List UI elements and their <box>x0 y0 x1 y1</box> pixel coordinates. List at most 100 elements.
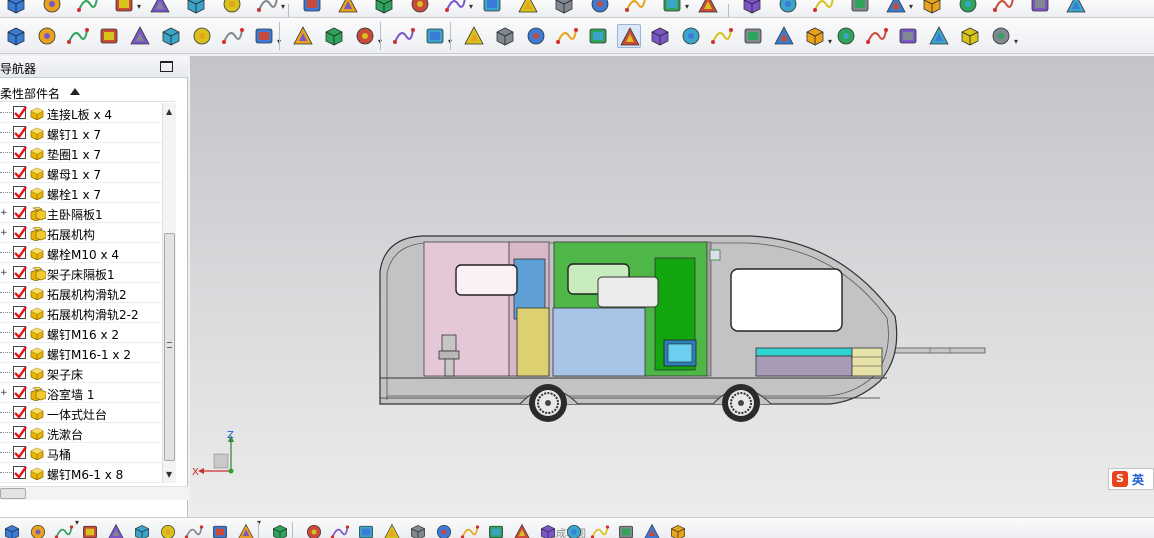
tree-row[interactable]: 马桶 <box>0 443 162 463</box>
wave-icon[interactable] <box>210 522 230 538</box>
cylinder-icon[interactable] <box>588 0 612 16</box>
render-icon[interactable] <box>834 24 858 48</box>
tree-row[interactable]: + 架子床隔板1 <box>0 263 162 283</box>
selection-icon[interactable] <box>617 24 641 48</box>
tree-row[interactable]: 拓展机构滑轨2-2 <box>0 303 162 323</box>
bed-base[interactable] <box>755 355 853 377</box>
input-method-indicator[interactable]: S 英 <box>1108 468 1154 490</box>
visibility-checkbox[interactable] <box>13 426 27 439</box>
zoom-icon[interactable] <box>896 24 920 48</box>
wheel-front[interactable] <box>529 384 567 422</box>
visibility-checkbox[interactable] <box>13 366 27 379</box>
box-icon[interactable] <box>112 0 136 16</box>
tree-row[interactable]: + 拓展机构 <box>0 223 162 243</box>
column-header[interactable]: 柔性部件名 <box>0 82 175 102</box>
visibility-checkbox[interactable] <box>13 446 27 459</box>
tree-row[interactable]: 连接L板 x 4 <box>0 103 162 123</box>
analysis-icon[interactable] <box>989 24 1013 48</box>
wheel-rear[interactable] <box>722 384 760 422</box>
intersect-curve-icon[interactable] <box>252 24 276 48</box>
color-icon[interactable] <box>524 24 548 48</box>
array-icon[interactable] <box>132 522 152 538</box>
arc-icon[interactable] <box>356 522 376 538</box>
sketch-icon[interactable] <box>444 0 468 16</box>
light-icon[interactable] <box>586 24 610 48</box>
add-component-icon[interactable] <box>28 522 48 538</box>
tree-row[interactable]: 螺钉M16-1 x 2 <box>0 343 162 363</box>
draft-icon[interactable] <box>408 0 432 16</box>
face-icon[interactable] <box>35 24 59 48</box>
tree-row[interactable]: 垫圈1 x 7 <box>0 143 162 163</box>
maximize-icon[interactable] <box>160 61 173 72</box>
visibility-checkbox[interactable] <box>13 406 27 419</box>
bed-drawer[interactable] <box>851 347 883 377</box>
user-icon[interactable] <box>648 24 672 48</box>
visibility-checkbox[interactable] <box>13 266 27 279</box>
horizontal-scrollbar-thumb[interactable] <box>0 488 26 499</box>
sketch-icon[interactable] <box>4 0 28 16</box>
expand-icon[interactable]: + <box>0 388 8 398</box>
camera-icon[interactable] <box>423 24 447 48</box>
tree-row[interactable]: 一体式灶台 <box>0 403 162 423</box>
view-icon[interactable] <box>741 24 765 48</box>
tire-icon[interactable] <box>353 24 377 48</box>
coil-icon[interactable] <box>291 24 315 48</box>
boolean-icon[interactable] <box>696 0 720 16</box>
dropdown-arrow-icon[interactable]: ▾ <box>469 2 473 11</box>
bed-mattress[interactable] <box>755 347 853 357</box>
rectangle-icon[interactable] <box>460 522 480 538</box>
visibility-checkbox[interactable] <box>13 306 27 319</box>
expand-icon[interactable]: + <box>0 208 8 218</box>
chamfer-sketch-icon[interactable] <box>434 522 454 538</box>
visibility-checkbox[interactable] <box>13 386 27 399</box>
measure-icon[interactable] <box>958 24 982 48</box>
hole-icon[interactable] <box>1064 0 1088 16</box>
drawbar[interactable] <box>894 347 986 354</box>
pattern-icon[interactable] <box>660 0 684 16</box>
trim-icon[interactable] <box>564 522 584 538</box>
visibility-checkbox[interactable] <box>13 286 27 299</box>
box-icon[interactable] <box>552 0 576 16</box>
visibility-checkbox[interactable] <box>13 186 27 199</box>
chamfer-icon[interactable] <box>776 0 800 16</box>
material-icon[interactable] <box>555 24 579 48</box>
scrollbar-thumb[interactable] <box>164 233 175 461</box>
visibility-checkbox[interactable] <box>13 166 27 179</box>
spline-icon[interactable] <box>4 24 28 48</box>
visibility-checkbox[interactable] <box>13 106 27 119</box>
scroll-up-icon[interactable]: ▲ <box>166 107 172 116</box>
paint-icon[interactable] <box>493 24 517 48</box>
dropdown-arrow-icon[interactable]: ▾ <box>685 2 689 11</box>
extrude-icon[interactable] <box>40 0 64 16</box>
plus-icon[interactable] <box>512 522 532 538</box>
dropdown-arrow-icon[interactable]: ▾ <box>281 2 285 11</box>
spring-icon[interactable] <box>322 24 346 48</box>
draft-icon[interactable] <box>848 0 872 16</box>
toilet[interactable] <box>441 334 457 352</box>
dropdown-arrow-icon[interactable]: ▾ <box>828 37 832 46</box>
tree-row[interactable]: 螺母1 x 7 <box>0 163 162 183</box>
blend-icon[interactable] <box>740 0 764 16</box>
hole-icon[interactable] <box>624 0 648 16</box>
line-icon[interactable] <box>330 522 350 538</box>
pattern-icon[interactable] <box>220 0 244 16</box>
corner-icon[interactable] <box>616 522 636 538</box>
mirror-icon[interactable] <box>158 522 178 538</box>
expand-icon[interactable]: + <box>0 228 8 238</box>
dropdown-arrow-icon[interactable]: ▾ <box>1014 37 1018 46</box>
offset-curve-icon[interactable] <box>190 24 214 48</box>
boolean-icon[interactable] <box>256 0 280 16</box>
visibility-checkbox[interactable] <box>13 126 27 139</box>
tree-row[interactable]: + 主卧隔板1 <box>0 203 162 223</box>
tree-row[interactable]: 架子床 <box>0 363 162 383</box>
navigator-vertical-scrollbar[interactable]: ▲ ▼ <box>162 103 176 483</box>
constraint-icon[interactable] <box>106 522 126 538</box>
shell-icon[interactable] <box>812 0 836 16</box>
section-view-icon[interactable] <box>927 24 951 48</box>
polygon-icon[interactable] <box>486 522 506 538</box>
blend-icon[interactable] <box>300 0 324 16</box>
extrude-icon[interactable] <box>920 0 944 16</box>
circle-icon[interactable] <box>382 522 402 538</box>
profile-icon[interactable] <box>304 522 324 538</box>
cabinet[interactable] <box>516 307 550 377</box>
